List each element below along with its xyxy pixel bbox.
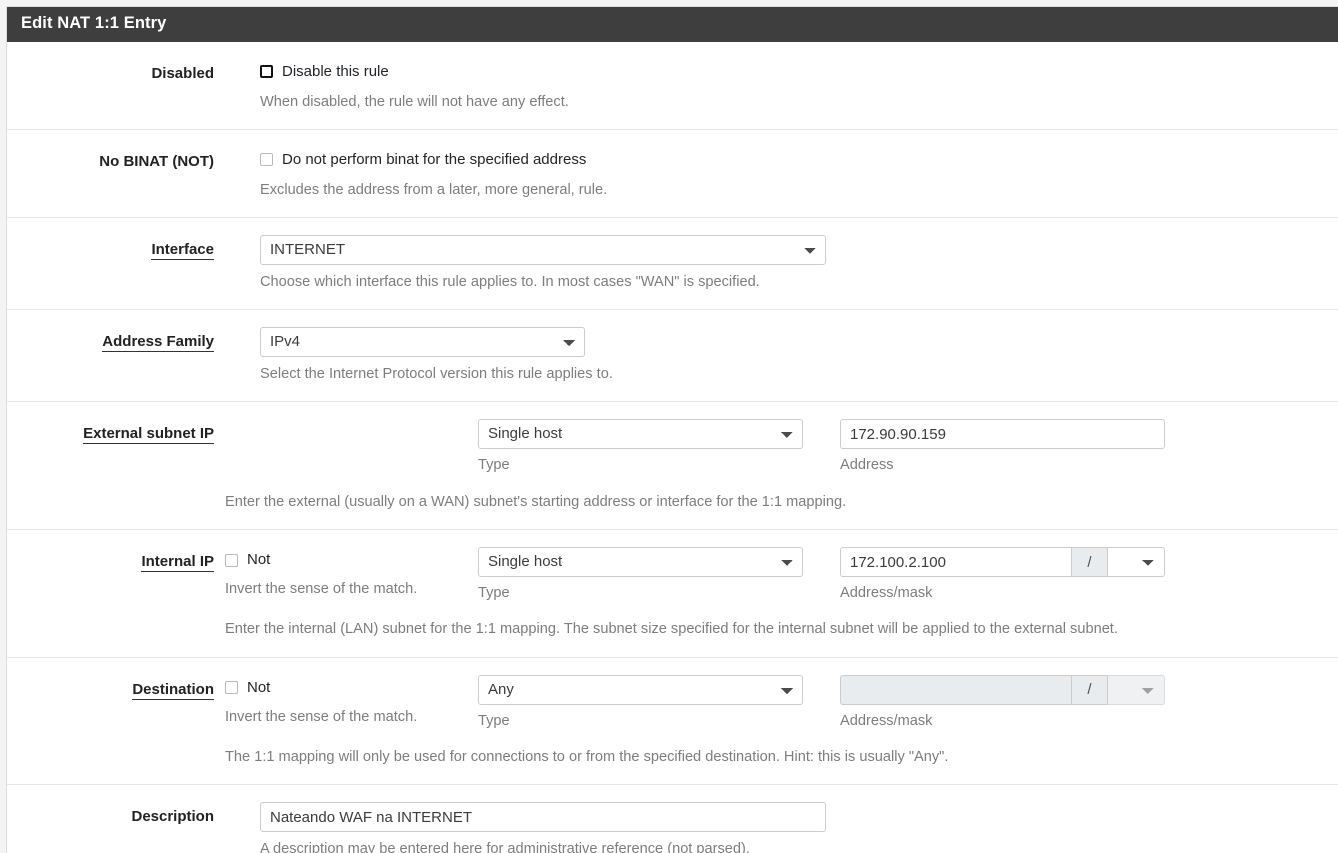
description-help-text: A description may be entered here for ad…: [260, 841, 750, 853]
internal-ip-not-label: Not: [247, 551, 271, 569]
form-row-external-subnet-ip: External subnet IP Single host Type 172.…: [7, 402, 1338, 530]
destination-address-group: /: [840, 674, 1338, 705]
destination-not-label: Not: [247, 678, 271, 696]
interface-help-text: Choose which interface this rule applies…: [260, 274, 760, 291]
destination-mask-select: [1108, 674, 1165, 705]
form-row-destination: Destination Not Invert the sense of the …: [7, 658, 1338, 786]
destination-not-help-text: Invert the sense of the match.: [225, 708, 418, 725]
disable-rule-checkbox-row[interactable]: Disable this rule: [260, 59, 1338, 85]
control-no-binat: Do not perform binat for the specified a…: [225, 147, 1338, 201]
internal-ip-not-checkbox[interactable]: [225, 553, 238, 567]
control-destination: Not Invert the sense of the match. Any T…: [225, 674, 1338, 769]
external-subnet-help-text: Enter the external (usually on a WAN) su…: [225, 493, 847, 510]
label-address-family-text: Address Family: [102, 333, 214, 353]
external-subnet-type-select[interactable]: Single host: [478, 419, 803, 450]
destination-not-checkbox-row[interactable]: Not: [225, 675, 478, 701]
address-family-help-text: Select the Internet Protocol version thi…: [260, 366, 613, 383]
form-row-internal-ip: Internal IP Not Invert the sense of the …: [7, 530, 1338, 658]
internal-ip-address-sublabel: Address/mask: [840, 585, 933, 601]
form-row-description: Description A description may be entered…: [7, 785, 1338, 853]
internal-ip-mask-separator: /: [1072, 547, 1108, 577]
internal-ip-address-group: /: [840, 547, 1338, 577]
no-binat-checkbox-label: Do not perform binat for the specified a…: [282, 151, 587, 169]
destination-mask-separator: /: [1072, 674, 1108, 705]
disable-rule-checkbox[interactable]: [260, 65, 273, 79]
control-description: A description may be entered here for ad…: [225, 802, 1338, 853]
destination-type-sublabel: Type: [478, 712, 510, 729]
label-destination: Destination: [7, 675, 225, 700]
destination-not-column: Not Invert the sense of the match.: [225, 675, 478, 727]
no-binat-help-text: Excludes the address from a later, more …: [260, 181, 608, 198]
control-disabled: Disable this rule When disabled, the rul…: [225, 59, 1338, 113]
disable-rule-checkbox-label: Disable this rule: [282, 63, 389, 81]
form-body: Disabled Disable this rule When disabled…: [7, 42, 1338, 853]
label-disabled: Disabled: [151, 64, 214, 82]
page-root: Edit NAT 1:1 Entry Disabled Disable this…: [0, 0, 1338, 853]
label-interface: Interface: [7, 235, 225, 261]
form-row-disabled: Disabled Disable this rule When disabled…: [7, 42, 1338, 130]
destination-help-text: The 1:1 mapping will only be used for co…: [225, 749, 949, 765]
control-internal-ip: Not Invert the sense of the match. Singl…: [225, 547, 1338, 641]
label-external-subnet-ip: External subnet IP: [7, 419, 225, 445]
form-row-address-family: Address Family IPv4 Select the Internet …: [7, 310, 1338, 403]
description-input[interactable]: [260, 802, 826, 833]
destination-address-sublabel: Address/mask: [840, 712, 933, 729]
control-external-subnet-ip: Single host Type Address Enter the exter…: [225, 419, 1338, 513]
destination-type-select[interactable]: Any: [478, 674, 803, 705]
internal-ip-type-column: Single host Type: [478, 547, 840, 603]
destination-not-checkbox[interactable]: [225, 681, 238, 695]
external-subnet-type-sublabel: Type: [478, 457, 510, 474]
destination-address-column: / Address/mask: [840, 674, 1338, 731]
external-subnet-address-column: Address: [840, 419, 1338, 475]
edit-nat-panel: Edit NAT 1:1 Entry Disabled Disable this…: [6, 6, 1338, 853]
address-family-select[interactable]: IPv4: [260, 327, 585, 358]
label-destination-text: Destination: [132, 680, 214, 700]
destination-columns: Not Invert the sense of the match. Any T…: [225, 674, 1338, 731]
external-subnet-columns: Single host Type Address: [225, 419, 1338, 475]
label-internal-ip: Internal IP: [7, 547, 225, 572]
no-binat-checkbox-row[interactable]: Do not perform binat for the specified a…: [260, 147, 1338, 173]
internal-ip-mask-select[interactable]: [1108, 547, 1165, 577]
label-external-subnet-ip-text: External subnet IP: [83, 425, 214, 445]
no-binat-checkbox[interactable]: [260, 153, 273, 167]
destination-type-column: Any Type: [478, 674, 840, 731]
external-subnet-address-sublabel: Address: [840, 457, 894, 474]
internal-ip-type-sublabel: Type: [478, 585, 510, 601]
internal-ip-address-column: / Address/mask: [840, 547, 1338, 603]
internal-ip-not-checkbox-row[interactable]: Not: [225, 547, 478, 573]
control-interface: INTERNET Choose which interface this rul…: [225, 235, 1338, 293]
label-no-binat: No BINAT (NOT): [99, 152, 214, 170]
panel-title: Edit NAT 1:1 Entry: [7, 7, 1338, 42]
label-interface-text: Interface: [151, 241, 214, 261]
disabled-help-text: When disabled, the rule will not have an…: [260, 93, 569, 110]
external-subnet-address-input[interactable]: [840, 419, 1165, 450]
internal-ip-not-column: Not Invert the sense of the match.: [225, 547, 478, 599]
label-internal-ip-text: Internal IP: [141, 553, 214, 572]
destination-address-input: [840, 674, 1072, 705]
internal-ip-type-select[interactable]: Single host: [478, 547, 803, 577]
internal-ip-help-text: Enter the internal (LAN) subnet for the …: [225, 621, 1118, 638]
control-address-family: IPv4 Select the Internet Protocol versio…: [225, 327, 1338, 385]
label-description: Description: [131, 808, 214, 826]
form-row-interface: Interface INTERNET Choose which interfac…: [7, 218, 1338, 311]
internal-ip-not-help-text: Invert the sense of the match.: [225, 581, 418, 597]
form-row-no-binat: No BINAT (NOT) Do not perform binat for …: [7, 130, 1338, 219]
internal-ip-address-input[interactable]: [840, 547, 1072, 577]
interface-select[interactable]: INTERNET: [260, 235, 826, 266]
external-subnet-type-column: Single host Type: [478, 419, 840, 475]
internal-ip-columns: Not Invert the sense of the match. Singl…: [225, 547, 1338, 603]
label-address-family: Address Family: [7, 327, 225, 353]
